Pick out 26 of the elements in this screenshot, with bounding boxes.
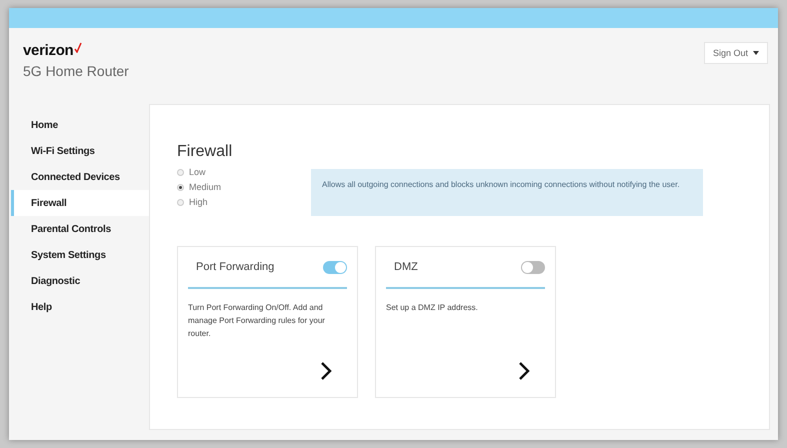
caret-icon bbox=[753, 51, 759, 55]
sidebar-item[interactable]: Wi-Fi Settings bbox=[9, 138, 149, 164]
info-banner: Allows all outgoing connections and blocks unknown incoming connections without notifying the user. bbox=[311, 169, 703, 216]
check-mark-icon bbox=[74, 42, 82, 53]
sidebar-item[interactable]: System Settings bbox=[9, 242, 149, 268]
product-name: 5G Home Router bbox=[23, 63, 129, 79]
sign-out-button[interactable]: Sign Out bbox=[704, 42, 768, 64]
radio-option[interactable]: Low bbox=[177, 167, 281, 177]
sidebar-item[interactable]: Home bbox=[9, 112, 149, 138]
chevron-right-icon[interactable] bbox=[320, 361, 332, 381]
radio-option[interactable]: High bbox=[177, 197, 281, 207]
toggle-switch[interactable] bbox=[521, 260, 545, 274]
sidebar-item[interactable]: Parental Controls bbox=[9, 216, 149, 242]
sidebar-item[interactable]: Help bbox=[9, 294, 149, 320]
chevron-right-icon[interactable] bbox=[518, 361, 530, 381]
toggle-switch[interactable] bbox=[323, 260, 347, 274]
page-title: Firewall bbox=[177, 143, 234, 161]
logo-text: verizon bbox=[23, 42, 74, 59]
radio-option[interactable]: Medium bbox=[177, 182, 281, 192]
card-title: Port Forwarding bbox=[196, 261, 274, 273]
sidebar-item[interactable]: Diagnostic bbox=[9, 268, 149, 294]
sidebar-item[interactable]: Firewall bbox=[11, 190, 149, 216]
card-description: Turn Port Forwarding On/Off. Add and manage Port Forwarding rules for your router. bbox=[188, 302, 326, 340]
card-title: DMZ bbox=[394, 261, 418, 273]
sidebar-item[interactable]: Connected Devices bbox=[9, 164, 149, 190]
card-description: Set up a DMZ IP address. bbox=[386, 302, 479, 314]
